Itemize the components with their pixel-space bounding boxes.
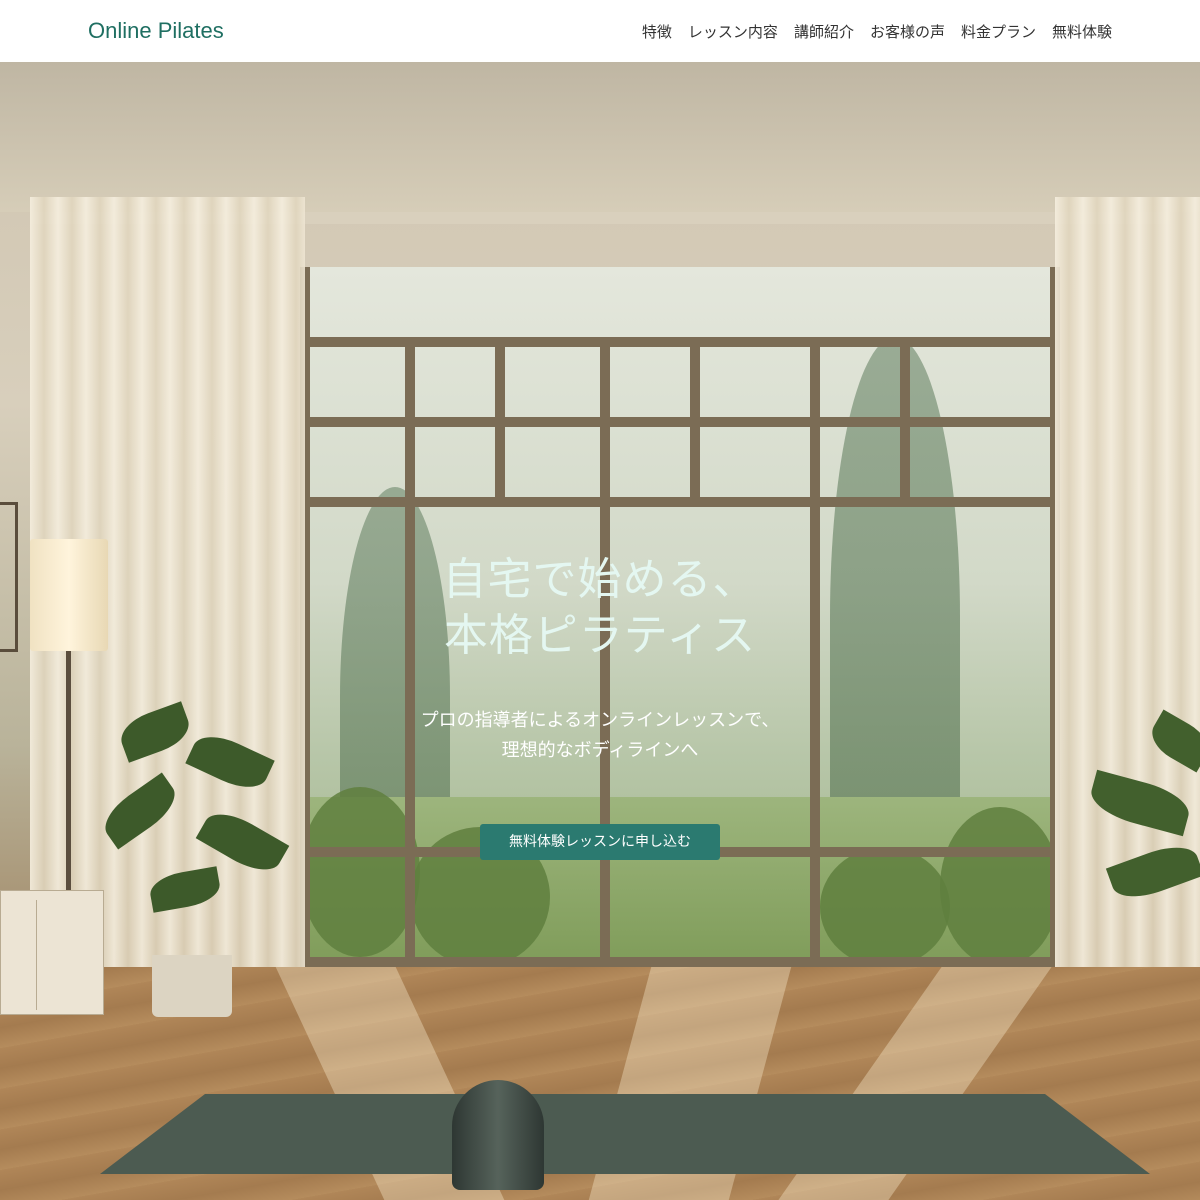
window-transom-2 [300,417,1060,427]
window-transom-1 [300,337,1060,347]
hero-section: 自宅で始める、 本格ピラティス プロの指導者によるオンラインレッスンで、 理想的… [0,62,1200,1200]
nav-item-instructors[interactable]: 講師紹介 [794,21,854,42]
window-transom-3 [300,497,1060,507]
side-cabinet [0,890,104,1015]
room-ceiling [0,62,1200,212]
bush-right [820,847,950,967]
nav-item-features[interactable]: 特徴 [642,21,672,42]
site-header: Online Pilates 特徴 レッスン内容 講師紹介 お客様の声 料金プラ… [0,0,1200,62]
nav-item-lessons[interactable]: レッスン内容 [688,21,778,42]
window-sill [300,957,1060,967]
hero-subtitle-line-1: プロの指導者によるオンラインレッスンで、 [420,710,780,731]
hero-content: 自宅で始める、 本格ピラティス プロの指導者によるオンラインレッスンで、 理想的… [0,552,1200,860]
main-nav: 特徴 レッスン内容 講師紹介 お客様の声 料金プラン 無料体験 [642,21,1112,42]
hero-title: 自宅で始める、 本格ピラティス [0,552,1200,664]
nav-item-pricing[interactable]: 料金プラン [961,21,1036,42]
hero-subtitle-line-2: 理想的なボディラインへ [501,740,699,761]
hero-subtitle: プロの指導者によるオンラインレッスンで、 理想的なボディラインへ [0,706,1200,766]
rolled-mat [452,1080,544,1190]
nav-item-free-trial[interactable]: 無料体験 [1052,21,1112,42]
free-trial-signup-button[interactable]: 無料体験レッスンに申し込む [480,824,720,860]
cabinet-door-divider [36,900,37,1010]
hero-title-line-1: 自宅で始める、 [442,554,758,605]
site-logo[interactable]: Online Pilates [88,18,224,44]
nav-item-testimonials[interactable]: お客様の声 [870,21,945,42]
yoga-mat [100,1094,1150,1174]
plant-pot [152,955,232,1017]
hero-title-line-2: 本格ピラティス [443,610,757,661]
